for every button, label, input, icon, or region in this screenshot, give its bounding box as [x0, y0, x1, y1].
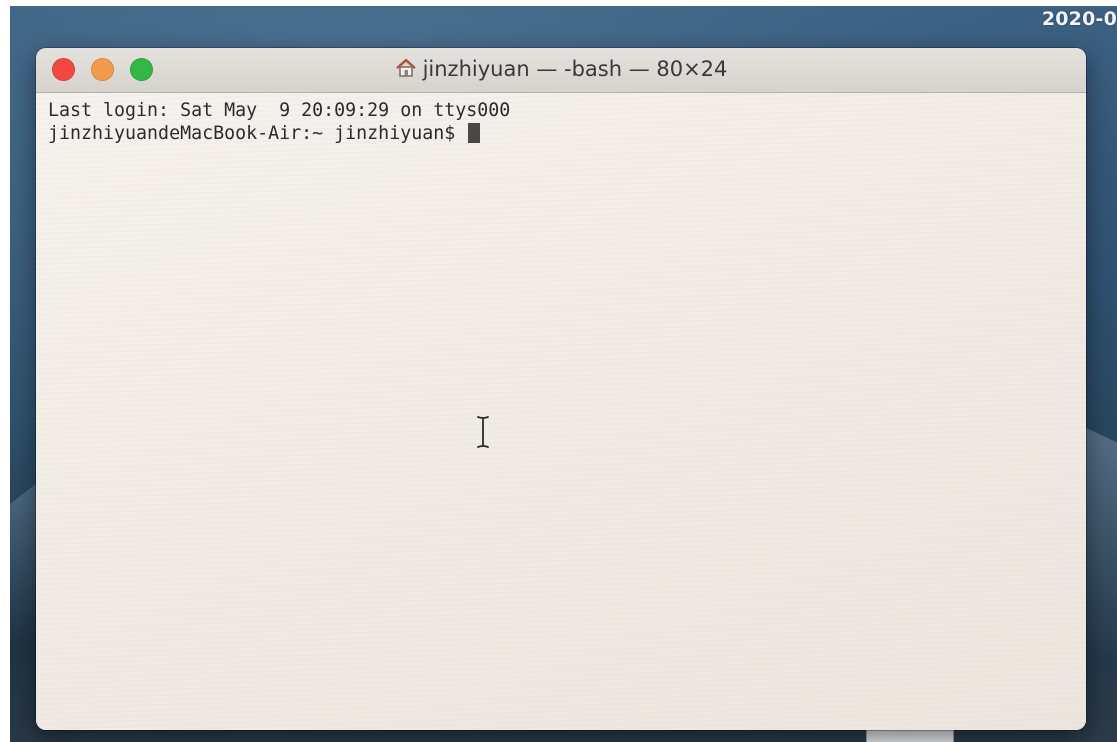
- window-titlebar[interactable]: jinzhiyuan — -bash — 80×24: [36, 48, 1086, 93]
- ibeam-cursor-icon: [476, 415, 490, 454]
- window-title-text: jinzhiyuan — -bash — 80×24: [422, 57, 728, 81]
- window-title: jinzhiyuan — -bash — 80×24: [36, 57, 1086, 84]
- terminal-line-last-login: Last login: Sat May 9 20:09:29 on ttys00…: [48, 100, 511, 121]
- terminal-prompt: jinzhiyuandeMacBook-Air:~ jinzhiyuan$: [48, 123, 467, 144]
- home-icon: [395, 57, 417, 84]
- text-cursor: [468, 123, 481, 143]
- terminal-prompt-line[interactable]: jinzhiyuandeMacBook-Air:~ jinzhiyuan$: [48, 122, 1086, 145]
- photo-frame: 2020-0 jinzhiyuan — -bash — 80×24 Last l…: [0, 0, 1117, 742]
- terminal-content[interactable]: Last login: Sat May 9 20:09:29 on ttys00…: [36, 93, 1086, 730]
- menubar-clock[interactable]: 2020-0: [1042, 8, 1117, 30]
- terminal-window[interactable]: jinzhiyuan — -bash — 80×24 Last login: S…: [36, 48, 1086, 730]
